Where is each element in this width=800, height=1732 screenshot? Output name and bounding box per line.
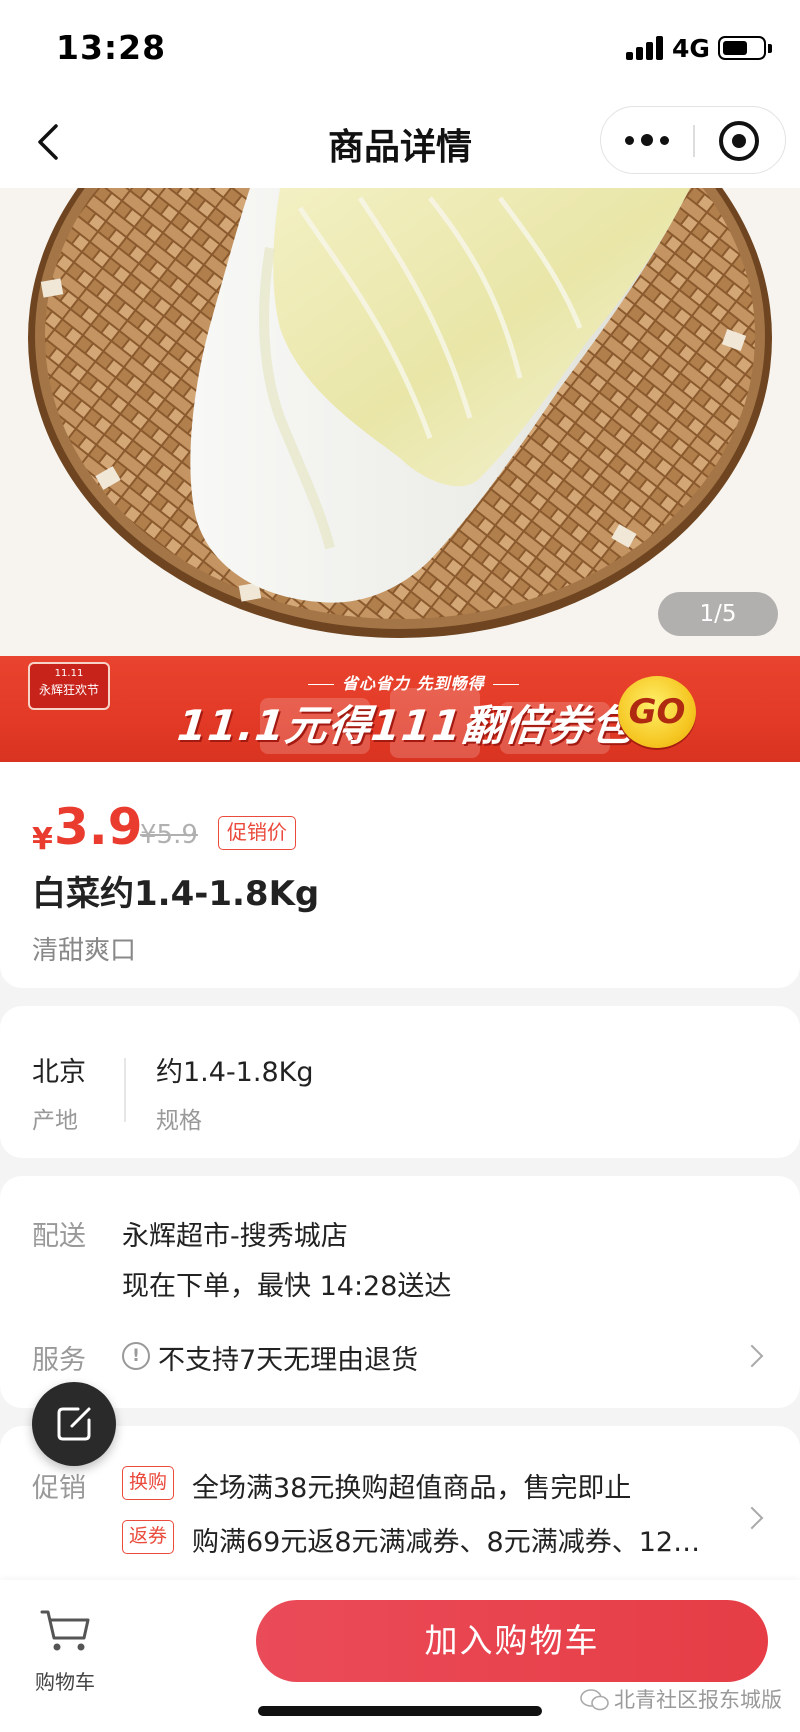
wechat-icon bbox=[580, 1689, 609, 1711]
home-indicator bbox=[258, 1706, 542, 1716]
delivery-card: 配送 永辉超市-搜秀城店 现在下单，最快 14:28送达 服务 ! 不支持7天无… bbox=[0, 1176, 800, 1408]
cart-label: 购物车 bbox=[35, 1670, 95, 1694]
promotion-text: 全场满38元换购超值商品，售完即止 bbox=[192, 1473, 632, 1504]
product-image-gallery[interactable]: 1/5 bbox=[0, 188, 800, 656]
spec-value: 约1.4-1.8Kg bbox=[156, 1057, 314, 1088]
promotion-label: 促销 bbox=[32, 1473, 86, 1504]
spec-divider bbox=[124, 1058, 126, 1122]
edit-icon bbox=[57, 1407, 91, 1441]
spec-card: 北京 产地 约1.4-1.8Kg 规格 bbox=[0, 1006, 800, 1158]
spec-size: 约1.4-1.8Kg 规格 bbox=[156, 1050, 313, 1135]
status-bar: 13:28 4G bbox=[0, 0, 800, 96]
product-subtitle: 清甜爽口 bbox=[32, 936, 137, 966]
banner-go-button[interactable]: GO bbox=[618, 676, 696, 748]
chevron-right-icon bbox=[740, 1506, 764, 1530]
banner-headline: 11.1元得111翻倍券包 bbox=[175, 701, 637, 750]
service-text: 不支持7天无理由退货 bbox=[158, 1345, 419, 1376]
current-price: 3.9 bbox=[54, 798, 143, 856]
more-menu-button[interactable] bbox=[601, 107, 693, 173]
promotion-tag: 返券 bbox=[122, 1520, 175, 1554]
festival-badge-title: 永辉狂欢节 bbox=[38, 683, 99, 697]
promotion-tag: 换购 bbox=[122, 1466, 175, 1500]
festival-badge-date: 11.11 bbox=[54, 668, 84, 679]
bottom-bar: 购物车 加入购物车 北青社区报东城版 bbox=[0, 1580, 800, 1732]
nav-bar: 商品详情 bbox=[0, 96, 800, 188]
mini-program-capsule bbox=[600, 106, 786, 174]
product-name: 白菜约1.4-1.8Kg bbox=[32, 874, 320, 914]
feedback-edit-button[interactable] bbox=[32, 1382, 116, 1466]
spec-label: 产地 bbox=[32, 1108, 78, 1134]
price-currency: ¥ bbox=[32, 822, 53, 857]
close-mini-program-button[interactable] bbox=[719, 121, 759, 161]
delivery-store: 永辉超市-搜秀城店 bbox=[122, 1221, 348, 1252]
chevron-right-icon bbox=[740, 1344, 764, 1368]
promo-banner[interactable]: 11.11 永辉狂欢节 省心省力 先到畅得 11.1元得111翻倍券包 GO bbox=[0, 656, 800, 762]
signal-icon bbox=[626, 36, 664, 60]
spec-origin: 北京 产地 bbox=[32, 1050, 86, 1135]
delivery-eta: 现在下单，最快 14:28送达 bbox=[122, 1271, 452, 1302]
spec-value: 北京 bbox=[32, 1057, 86, 1088]
promotion-text: 购满69元返8元满减券、8元满减券、12… bbox=[192, 1527, 701, 1558]
network-label: 4G bbox=[672, 34, 710, 63]
shopping-cart-icon bbox=[40, 1610, 90, 1651]
festival-badge: 11.11 永辉狂欢节 bbox=[28, 662, 110, 710]
spec-label: 规格 bbox=[156, 1108, 202, 1134]
cart-button[interactable]: 购物车 bbox=[26, 1600, 104, 1700]
banner-subline: 省心省力 先到畅得 bbox=[300, 670, 527, 694]
watermark-text: 北青社区报东城版 bbox=[614, 1688, 782, 1712]
status-time: 13:28 bbox=[56, 28, 167, 67]
price-card: ¥ 3.9 ¥5.9 促销价 白菜约1.4-1.8Kg 清甜爽口 bbox=[0, 762, 800, 988]
capsule-divider bbox=[693, 125, 695, 157]
delivery-label: 配送 bbox=[32, 1221, 86, 1252]
promo-price-tag: 促销价 bbox=[218, 816, 296, 850]
service-label: 服务 bbox=[32, 1345, 86, 1376]
product-image bbox=[0, 188, 800, 656]
battery-icon bbox=[718, 36, 772, 60]
original-price: ¥5.9 bbox=[140, 820, 198, 850]
info-icon: ! bbox=[122, 1342, 150, 1370]
gallery-page-indicator: 1/5 bbox=[658, 592, 778, 636]
add-to-cart-button[interactable]: 加入购物车 bbox=[256, 1600, 768, 1682]
promotion-card[interactable]: 促销 换购 全场满38元换购超值商品，售完即止 返券 购满69元返8元满减券、8… bbox=[0, 1426, 800, 1586]
